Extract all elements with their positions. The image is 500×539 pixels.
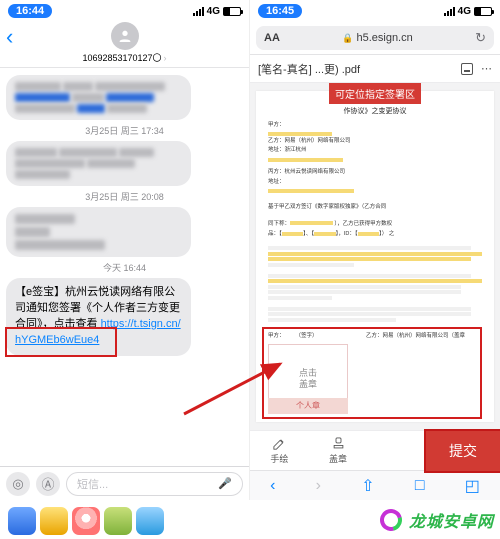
sign-hint-1: 点击 — [299, 368, 317, 380]
bottom-strip: 龙城安卓网 — [0, 500, 500, 539]
safari-toolbar: ‹ › ⇧ □ ◰ — [250, 470, 500, 500]
dock-app[interactable] — [104, 507, 132, 535]
messages-header: ‹ 10692853170127〇› — [0, 22, 249, 68]
dock — [8, 507, 164, 535]
input-placeholder: 短信... — [77, 476, 108, 492]
status-time: 16:45 — [258, 4, 302, 18]
timestamp: 3月25日 周三 20:08 — [6, 190, 243, 203]
nav-back-icon[interactable]: ‹ — [270, 477, 275, 495]
appstore-icon[interactable]: Ⓐ — [36, 472, 60, 496]
dock-app[interactable] — [40, 507, 68, 535]
watermark-logo-icon — [377, 506, 405, 534]
nav-forward-icon: › — [316, 477, 321, 495]
status-bar: 16:45 4G — [250, 0, 500, 22]
share-icon[interactable]: ⇧ — [361, 476, 374, 496]
submit-button[interactable]: 提交 — [426, 431, 500, 471]
party-b: 乙方：网易（杭州）网络有限公司 — [268, 138, 482, 145]
stamp-icon — [331, 436, 346, 451]
timestamp: 今天 16:44 — [6, 261, 243, 274]
document-viewer[interactable]: 可定位指定签署区 作协议》之变更协议 甲方： 乙方：网易（杭州）网络有限公司 地… — [250, 83, 500, 430]
page-url: 🔒 h5.esign.cn — [286, 32, 469, 44]
battery-icon — [474, 7, 492, 16]
status-time: 16:44 — [8, 4, 52, 18]
signal-icon — [444, 7, 455, 16]
party-b-seal: 网易（杭州）网络有限公司（盖章 — [383, 333, 466, 339]
message-bubble[interactable] — [6, 75, 191, 120]
network-label: 4G — [207, 6, 220, 17]
message-bubble[interactable] — [6, 207, 191, 257]
handdraw-button[interactable]: 手绘 — [250, 436, 309, 465]
contact-number[interactable]: 10692853170127〇› — [82, 51, 166, 64]
signal-icon — [193, 7, 204, 16]
more-icon[interactable]: ⋯ — [481, 62, 492, 75]
phone-messages: 16:44 4G ‹ 10692853170127〇› 3月25日 周三 17:… — [0, 0, 250, 500]
message-input[interactable]: 短信... 🎤 — [66, 472, 243, 496]
page-list-icon[interactable] — [461, 63, 473, 75]
chevron-right-icon: › — [164, 53, 167, 63]
safari-header: AA 🔒 h5.esign.cn ↻ — [250, 22, 500, 55]
lock-icon: 🔒 — [342, 33, 353, 44]
dock-app[interactable] — [72, 507, 100, 535]
doc-header: [笔名-真名] ...更) .pdf ⋯ — [250, 55, 500, 83]
status-bar: 16:44 4G — [0, 0, 249, 22]
party-b-addr: 地址：浙江杭州 — [268, 147, 482, 154]
message-bubble-esign[interactable]: 【e签宝】杭州云悦读网络有限公司通知您签署《个人作者三方变更合同》，点击查看 h… — [6, 278, 191, 356]
timestamp: 3月25日 周三 17:34 — [6, 124, 243, 137]
signature-drop-zone[interactable]: 点击 盖章 个人章 — [268, 344, 348, 414]
reload-icon[interactable]: ↻ — [475, 30, 486, 46]
message-bubble[interactable] — [6, 141, 191, 186]
camera-icon[interactable]: ◎ — [6, 472, 30, 496]
text-size-icon[interactable]: AA — [264, 32, 280, 44]
party-c: 丙方：杭州云悦读网络有限公司 — [268, 169, 482, 176]
phone-safari: 16:45 4G AA 🔒 h5.esign.cn ↻ [笔名-真名] ...更… — [250, 0, 500, 500]
watermark: 龙城安卓网 — [377, 506, 494, 534]
tabs-icon[interactable]: ◰ — [465, 476, 480, 496]
bookmarks-icon[interactable]: □ — [415, 477, 425, 495]
watermark-text: 龙城安卓网 — [409, 508, 494, 532]
party-c-addr: 地址： — [268, 179, 482, 186]
message-list[interactable]: 3月25日 周三 17:34 3月25日 周三 20:08 今天 16:44 【… — [0, 68, 249, 466]
back-icon[interactable]: ‹ — [6, 24, 13, 50]
action-bar: 手绘 盖章 提交 — [250, 430, 500, 470]
dock-app[interactable] — [136, 507, 164, 535]
stamp-button[interactable]: 盖章 — [309, 436, 368, 465]
battery-icon — [223, 7, 241, 16]
locate-sign-area-tag: 可定位指定签署区 — [329, 83, 421, 104]
pencil-icon — [272, 436, 287, 451]
sign-hint-2: 盖章 — [299, 379, 317, 391]
address-bar[interactable]: AA 🔒 h5.esign.cn ↻ — [256, 26, 494, 50]
doc-title: [笔名-真名] ...更) .pdf — [258, 61, 360, 77]
doc-heading: 作协议》之变更协议 — [344, 108, 407, 115]
dock-app[interactable] — [8, 507, 36, 535]
network-label: 4G — [458, 6, 471, 17]
mic-icon[interactable]: 🎤 — [218, 477, 232, 490]
pdf-page: 作协议》之变更协议 甲方： 乙方：网易（杭州）网络有限公司 地址：浙江杭州 丙方… — [256, 91, 494, 422]
compose-bar: ◎ Ⓐ 短信... 🎤 — [0, 466, 249, 500]
personal-seal-tab[interactable]: 个人章 — [268, 398, 348, 414]
contact-avatar[interactable] — [111, 22, 139, 50]
